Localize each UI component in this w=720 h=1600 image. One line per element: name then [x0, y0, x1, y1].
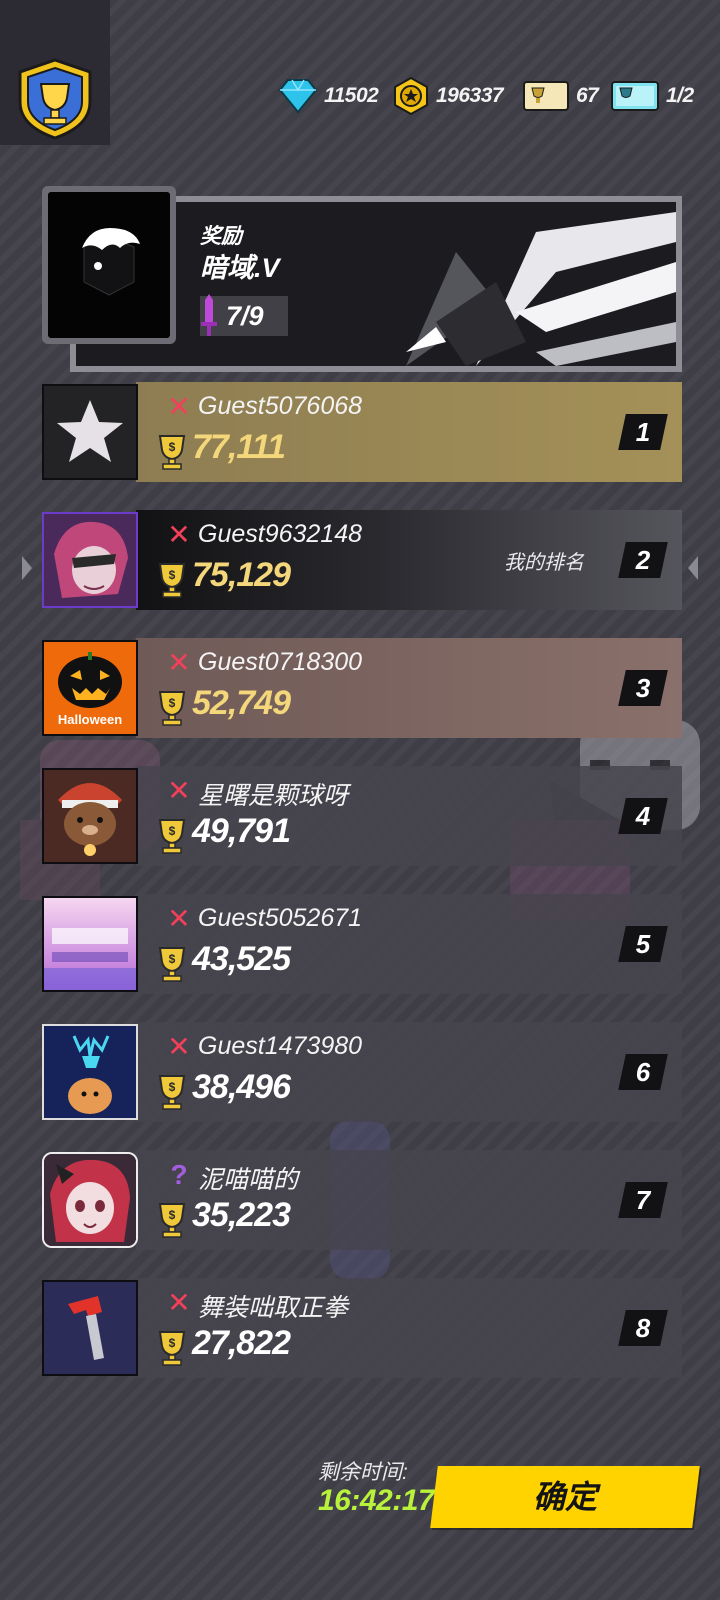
right-arrow-icon[interactable]: [688, 556, 698, 580]
player-name: Guest9632148: [198, 520, 363, 548]
bear-icon: [44, 770, 136, 862]
x-mark-icon: ✕: [167, 775, 191, 806]
x-mark-icon: ✕: [167, 1287, 191, 1318]
rank-number: 6: [618, 1054, 668, 1090]
star-avatar[interactable]: [42, 384, 138, 480]
leaderboard-row-8[interactable]: ✕ 舞装咄取正拳 $ 27,822 8: [42, 1278, 682, 1378]
gold-trophy-badge-icon[interactable]: [14, 58, 96, 140]
gold-count: 196337: [436, 84, 504, 107]
rank-number: 3: [618, 670, 668, 706]
currency-ticket[interactable]: 67: [522, 76, 599, 116]
svg-text:$: $: [169, 824, 176, 838]
player-name: Guest5052671: [198, 904, 363, 932]
player-score: 35,223: [192, 1196, 291, 1234]
player-score: 43,525: [192, 940, 291, 978]
leaderboard-row-7[interactable]: ? 泥喵喵的 $ 35,223 7: [42, 1150, 682, 1250]
bear-avatar[interactable]: [42, 768, 138, 864]
question-mark-icon: ?: [170, 1159, 188, 1190]
redhair-girl-avatar[interactable]: [42, 1152, 138, 1248]
player-name: 星曙是颗球呀: [198, 782, 349, 810]
x-mark-icon: ✕: [167, 519, 191, 550]
player-name: Guest1473980: [198, 1032, 363, 1060]
trophy-icon: $: [158, 691, 186, 726]
poster-icon: [44, 898, 136, 990]
player-score: 52,749: [192, 684, 291, 722]
halloween-pumpkin-avatar[interactable]: Halloween: [42, 640, 138, 736]
trophy-icon: $: [158, 819, 186, 854]
currency-event-ticket[interactable]: 1/2: [610, 76, 694, 116]
trophy-icon: $: [158, 947, 186, 982]
player-score: 49,791: [192, 812, 291, 850]
anime-poster-avatar[interactable]: [42, 896, 138, 992]
diamond-icon: [278, 79, 318, 114]
svg-text:$: $: [169, 568, 176, 582]
confirm-button[interactable]: 确定: [430, 1466, 700, 1528]
girl-avatar[interactable]: [42, 512, 138, 608]
player-name: 舞装咄取正拳: [198, 1294, 349, 1322]
svg-text:$: $: [169, 952, 176, 966]
trophy-icon: $: [158, 563, 186, 598]
rank-number: 1: [618, 414, 668, 450]
remaining-time-value: 16:42:17: [318, 1484, 435, 1517]
rank-number: 5: [618, 926, 668, 962]
leaderboard-row-6[interactable]: ✕ Guest1473980 $ 38,496 6: [42, 1022, 682, 1122]
leaderboard-row-4[interactable]: ✕ 星曙是颗球呀 $ 49,791 4: [42, 766, 682, 866]
ticket-icon: [523, 81, 569, 111]
hammer-avatar[interactable]: [42, 1280, 138, 1376]
ticket-count: 67: [576, 84, 599, 107]
girl-portrait-icon: [44, 514, 136, 606]
trophy-icon: $: [158, 435, 186, 470]
leaderboard-row-3[interactable]: Halloween ✕ Guest0718300 $ 52,749 3: [42, 638, 682, 738]
reward-name: 暗域.V: [200, 253, 280, 283]
my-rank-label: 我的排名: [504, 552, 584, 574]
leaderboard-row-2-my-rank[interactable]: ✕ Guest9632148 $ 75,129 我的排名 2: [42, 510, 682, 610]
player-score: 75,129: [192, 556, 291, 594]
svg-text:$: $: [169, 440, 176, 454]
reward-panel[interactable]: [42, 186, 682, 372]
leaderboard-row-5[interactable]: ✕ Guest5052671 $ 43,525 5: [42, 894, 682, 994]
deer-icon: [44, 1026, 136, 1118]
event-ticket-count: 1/2: [666, 84, 694, 107]
x-mark-icon: ✕: [167, 647, 191, 678]
rank-number: 4: [618, 798, 668, 834]
svg-text:$: $: [169, 1336, 176, 1350]
trophy-icon: $: [158, 1075, 186, 1110]
player-score: 38,496: [192, 1068, 291, 1106]
currency-gold[interactable]: 196337: [392, 76, 504, 116]
deer-avatar[interactable]: [42, 1024, 138, 1120]
player-name: Guest5076068: [198, 392, 363, 420]
x-mark-icon: ✕: [167, 903, 191, 934]
confirm-button-label: 确定: [532, 1479, 597, 1515]
svg-text:$: $: [169, 1080, 176, 1094]
trophy-icon: $: [158, 1203, 186, 1238]
rank-number: 2: [618, 542, 668, 578]
reward-progress-text: 7/9: [226, 300, 264, 331]
player-name: 泥喵喵的: [198, 1166, 299, 1194]
event-ticket-icon: [611, 81, 659, 111]
svg-text:$: $: [169, 1208, 176, 1222]
star-icon: [57, 400, 123, 462]
remaining-time-label: 剩余时间:: [318, 1461, 408, 1484]
reward-progress: 7/9: [200, 294, 288, 336]
reward-icon-frame: [42, 186, 176, 344]
rank-number: 8: [618, 1310, 668, 1346]
trophy-icon: $: [158, 1331, 186, 1366]
player-name: Guest0718300: [198, 648, 363, 676]
hammer-icon: [44, 1282, 136, 1374]
sword-icon: [201, 294, 217, 336]
halloween-text: Halloween: [57, 712, 123, 727]
dark-cube-icon: [82, 228, 140, 296]
rank-number: 7: [618, 1182, 668, 1218]
currency-diamond[interactable]: 11502: [278, 76, 379, 116]
leaderboard-row-1[interactable]: ✕ Guest5076068 $ 77,111 1: [42, 382, 682, 482]
girl-portrait-icon: [44, 1154, 136, 1246]
svg-text:$: $: [169, 696, 176, 710]
player-score: 27,822: [192, 1324, 291, 1362]
left-arrow-icon[interactable]: [22, 556, 32, 580]
player-score: 77,111: [192, 428, 286, 466]
x-mark-icon: ✕: [167, 1031, 191, 1062]
gold-coin-icon: [394, 77, 428, 115]
diamond-count: 11502: [324, 84, 379, 107]
x-mark-icon: ✕: [167, 391, 191, 422]
